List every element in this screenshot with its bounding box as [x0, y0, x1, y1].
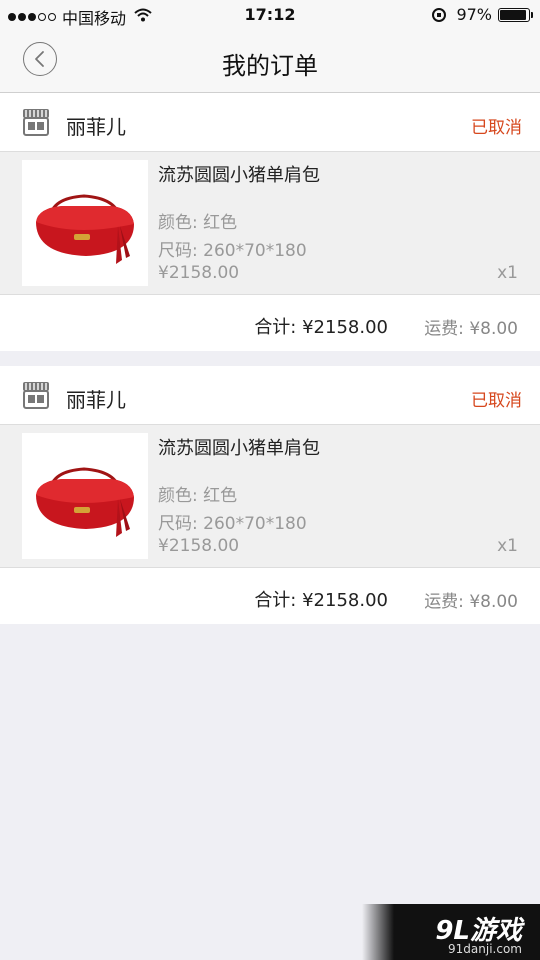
product-quantity: x1 — [497, 263, 518, 283]
product-price: ¥2158.00 — [158, 536, 240, 556]
battery-icon — [498, 7, 533, 22]
product-size: 尺码: 260*70*180 — [158, 241, 307, 261]
rotation-lock-icon — [432, 7, 447, 22]
battery-percent: 97% — [456, 5, 492, 24]
order-item[interactable]: 流苏圆圆小猪单肩包 颜色: 红色 尺码: 260*70*180 ¥2158.00… — [0, 152, 540, 295]
order-summary: 合计: ¥2158.00 运费: ¥8.00 — [0, 568, 540, 624]
product-image — [22, 433, 148, 559]
status-right: 97% — [432, 5, 533, 24]
order-shipping: 运费: ¥8.00 — [424, 592, 518, 612]
shop-header[interactable]: 丽菲儿 已取消 — [0, 366, 540, 425]
shop-icon — [23, 109, 49, 136]
product-image — [22, 160, 148, 286]
product-color: 颜色: 红色 — [158, 486, 238, 506]
product-size: 尺码: 260*70*180 — [158, 514, 307, 534]
watermark: 9L游戏 91danji.com — [362, 904, 540, 960]
order-status: 已取消 — [471, 118, 522, 138]
order-item[interactable]: 流苏圆圆小猪单肩包 颜色: 红色 尺码: 260*70*180 ¥2158.00… — [0, 425, 540, 568]
status-bar: 中国移动 17:12 97% — [0, 0, 540, 30]
product-title: 流苏圆圆小猪单肩包 — [158, 438, 320, 459]
order-total: 合计: ¥2158.00 — [254, 317, 388, 338]
page-title: 我的订单 — [222, 52, 318, 80]
order-total: 合计: ¥2158.00 — [254, 590, 388, 611]
shop-name: 丽菲儿 — [66, 115, 126, 139]
order-status: 已取消 — [471, 391, 522, 411]
shop-icon — [23, 382, 49, 409]
product-quantity: x1 — [497, 536, 518, 556]
shop-name: 丽菲儿 — [66, 388, 126, 412]
order-card[interactable]: 丽菲儿 已取消 流苏圆圆小猪单肩包 颜色: 红色 尺码: 260*70*180 … — [0, 366, 540, 624]
product-color: 颜色: 红色 — [158, 213, 238, 233]
watermark-url: 91danji.com — [448, 942, 522, 956]
order-summary: 合计: ¥2158.00 运费: ¥8.00 — [0, 295, 540, 351]
order-card[interactable]: 丽菲儿 已取消 流苏圆圆小猪单肩包 颜色: 红色 尺码: 260*70*180 … — [0, 93, 540, 351]
shop-header[interactable]: 丽菲儿 已取消 — [0, 93, 540, 152]
product-title: 流苏圆圆小猪单肩包 — [158, 165, 320, 186]
nav-bar: 我的订单 — [0, 30, 540, 93]
order-shipping: 运费: ¥8.00 — [424, 319, 518, 339]
product-price: ¥2158.00 — [158, 263, 240, 283]
